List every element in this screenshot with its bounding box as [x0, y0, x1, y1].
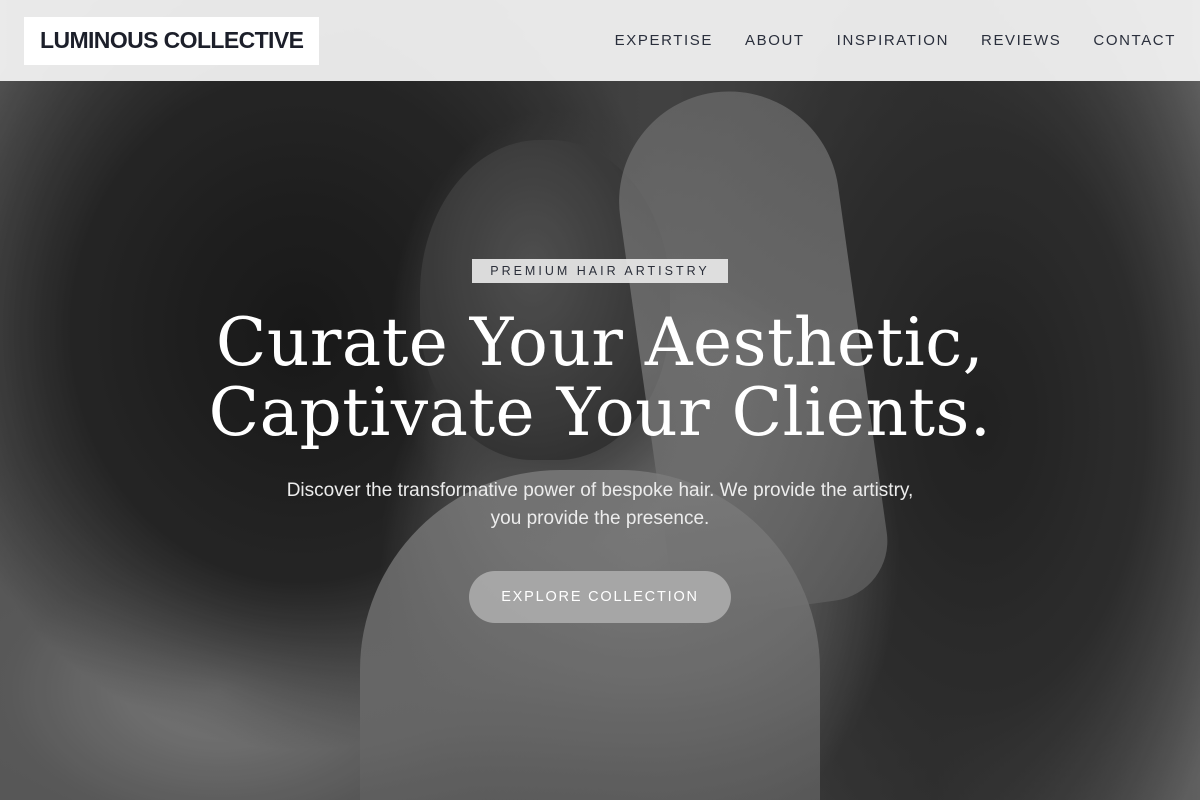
brand-logo[interactable]: LUMINOUS COLLECTIVE: [24, 16, 320, 65]
hero-headline-line-2: Captivate Your Clients.: [208, 374, 992, 451]
site-header: LUMINOUS COLLECTIVE EXPERTISE ABOUT INSP…: [0, 0, 1200, 81]
hero-headline: Curate Your Aesthetic, Captivate Your Cl…: [150, 308, 1050, 448]
nav-link-inspiration[interactable]: INSPIRATION: [837, 32, 949, 49]
nav-link-contact[interactable]: CONTACT: [1093, 32, 1176, 49]
nav-link-reviews[interactable]: REVIEWS: [981, 32, 1061, 49]
hero-subtext: Discover the transformative power of bes…: [286, 480, 914, 529]
hero-headline-line-1: Curate Your Aesthetic,: [215, 304, 985, 381]
main-nav: EXPERTISE ABOUT INSPIRATION REVIEWS CONT…: [615, 32, 1176, 49]
landing-page: LUMINOUS COLLECTIVE EXPERTISE ABOUT INSP…: [0, 0, 1200, 800]
nav-link-about[interactable]: ABOUT: [745, 32, 805, 49]
hero-eyebrow-label: PREMIUM HAIR ARTISTRY: [472, 259, 728, 283]
hero-section: PREMIUM HAIR ARTISTRY Curate Your Aesthe…: [0, 0, 1200, 800]
nav-link-expertise[interactable]: EXPERTISE: [615, 32, 713, 49]
explore-collection-button[interactable]: EXPLORE COLLECTION: [469, 571, 731, 623]
